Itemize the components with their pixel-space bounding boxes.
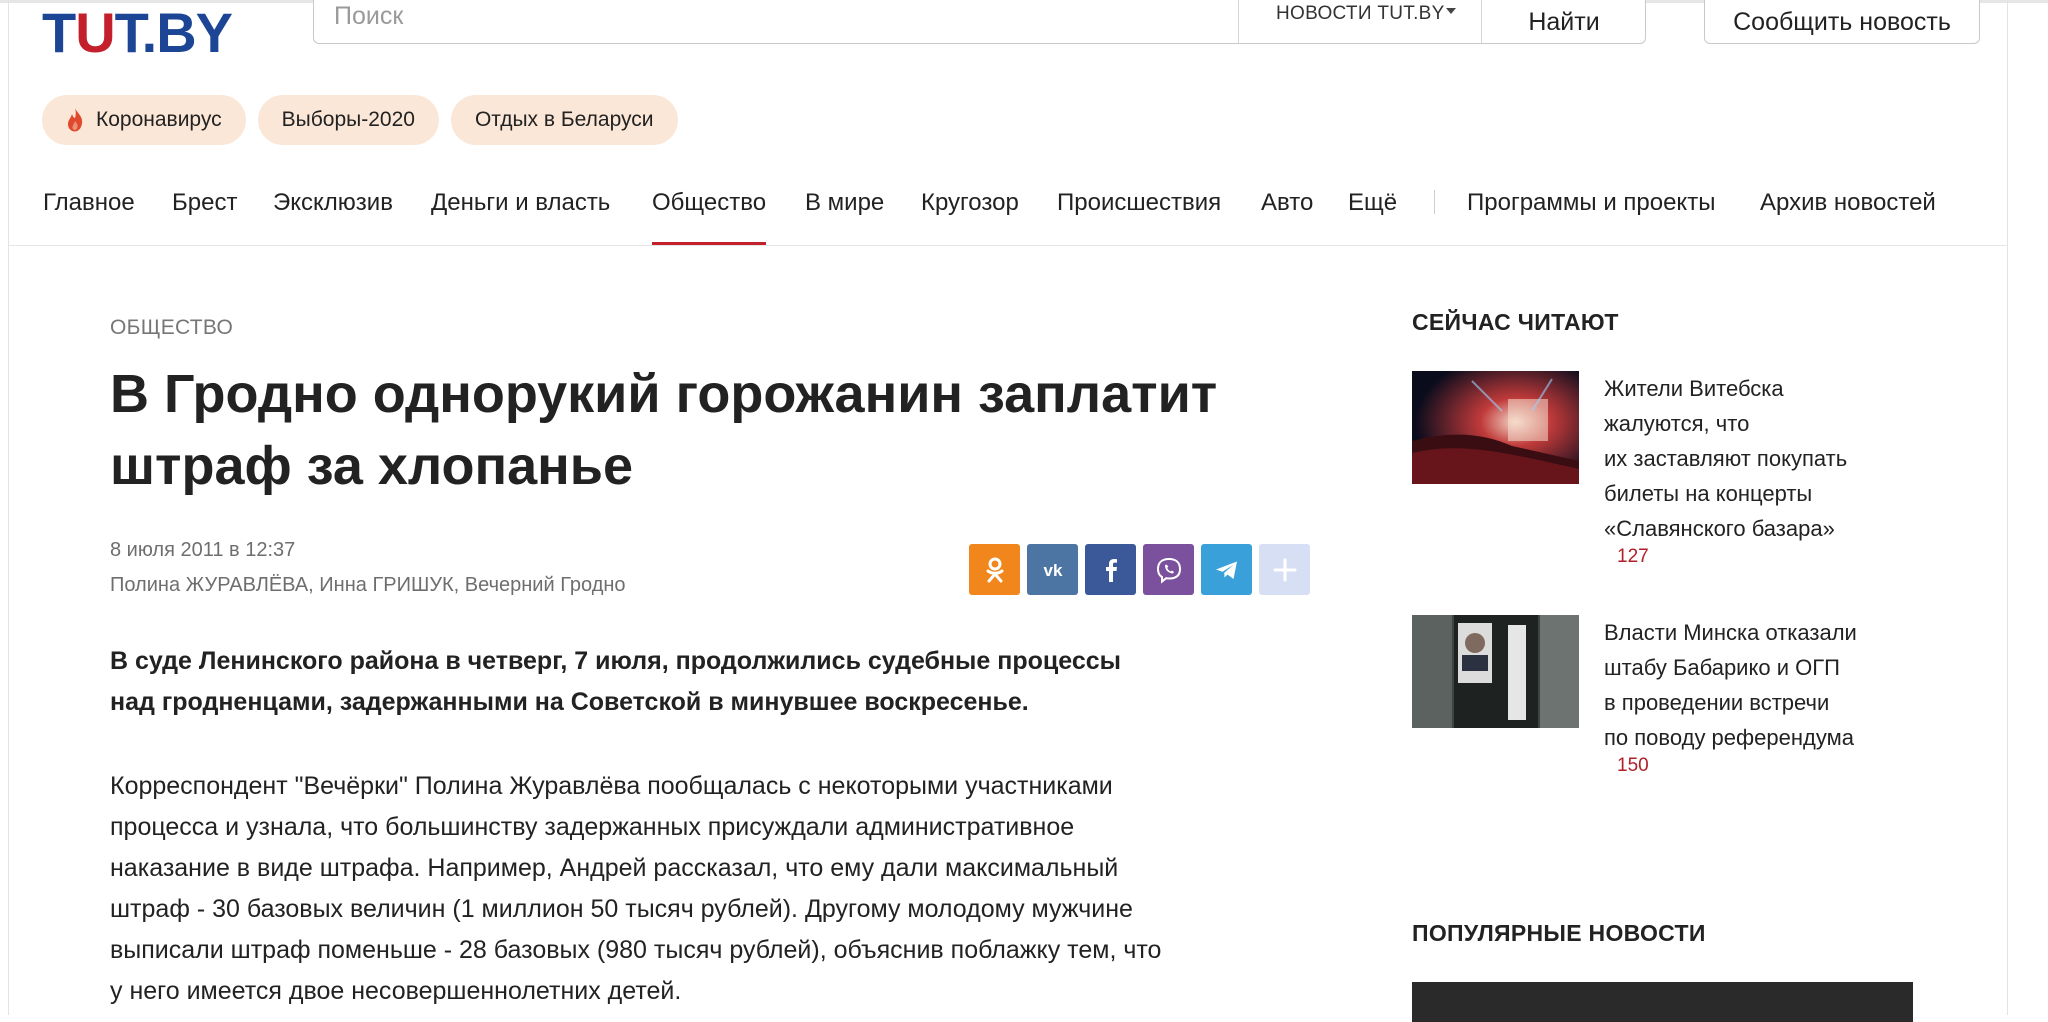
body-line: штраф - 30 базовых величин (1 миллион 50… <box>110 895 1133 923</box>
nav-item-brest[interactable]: Брест <box>172 186 237 246</box>
tag-elections[interactable]: Выборы-2020 <box>257 95 439 145</box>
facebook-icon <box>1105 558 1117 582</box>
vk-icon: vk <box>1043 561 1062 580</box>
body-line: у него имеется двое несовершеннолетних д… <box>110 977 682 1005</box>
nav-item-money-power[interactable]: Деньги и власть <box>431 186 610 246</box>
popular-news-thumbnail[interactable] <box>1412 982 1913 1022</box>
headline-line: жалуются, что <box>1604 411 1750 436</box>
article-date: 8 июля 2011 в 12:37 <box>110 539 296 561</box>
nav-bottom-border <box>9 245 2008 246</box>
nav-item-more[interactable]: Ещё <box>1348 186 1397 246</box>
tag-label: Коронавирус <box>96 108 222 131</box>
article-body: Корреспондент "Вечёрки" Полина Журавлёва… <box>110 766 1330 1012</box>
headline-line: штраф за хлопанье <box>110 436 633 496</box>
share-facebook-button[interactable] <box>1085 544 1136 595</box>
now-reading-title: СЕЙЧАС ЧИТАЮТ <box>1412 309 1619 335</box>
headline-line: Жители Витебска <box>1604 376 1784 401</box>
article-headline: В Гродно однорукий горожанин заплатит шт… <box>110 358 1350 502</box>
nav-divider <box>1434 190 1435 214</box>
headline-line: по поводу референдума <box>1604 725 1854 750</box>
chevron-down-icon[interactable] <box>1446 8 1456 14</box>
odnoklassniki-icon <box>986 557 1003 582</box>
svg-text:vk: vk <box>1043 561 1062 580</box>
share-vk-button[interactable]: vk <box>1027 544 1078 595</box>
share-telegram-button[interactable] <box>1201 544 1252 595</box>
telegram-icon <box>1215 561 1237 579</box>
now-reading-headline: Жители Витебска жалуются, что их заставл… <box>1604 371 1904 546</box>
popular-news-title: ПОПУЛЯРНЫЕ НОВОСТИ <box>1412 920 1706 946</box>
headline-line: в проведении встречи <box>1604 690 1830 715</box>
article-rubric[interactable]: ОБЩЕСТВО <box>110 316 233 340</box>
topic-tags: Коронавирус Выборы-2020 Отдых в Беларуси <box>42 95 678 145</box>
tag-rest-belarus[interactable]: Отдых в Беларуси <box>450 95 678 145</box>
article-authors: Полина ЖУРАВЛЁВА, Инна ГРИШУК, Вечерний … <box>110 574 626 596</box>
now-reading-item[interactable]: Жители Витебска жалуются, что их заставл… <box>1412 371 1912 567</box>
logo-text-rest: T.BY <box>114 1 233 64</box>
comments-count: 127 <box>1617 546 1649 567</box>
headline-line: Власти Минска отказали <box>1604 620 1857 645</box>
nav-item-programs[interactable]: Программы и проекты <box>1467 186 1715 246</box>
nav-item-society[interactable]: Общество <box>652 186 767 246</box>
lead-line: над гродненцами, задержанными на Советск… <box>110 688 1029 716</box>
report-news-button[interactable]: Сообщить новость <box>1704 0 1980 44</box>
share-ok-button[interactable] <box>969 544 1020 595</box>
nav-item-archive[interactable]: Архив новостей <box>1760 186 1936 246</box>
headline-line: «Славянского базара» <box>1604 516 1835 541</box>
article-lead: В суде Ленинского района в четверг, 7 ию… <box>110 641 1320 723</box>
share-viber-button[interactable] <box>1143 544 1194 595</box>
headline-line: штабу Бабарико и ОГП <box>1604 655 1840 680</box>
search-bar: НОВОСТИ TUT.BY Найти <box>313 0 1646 44</box>
concert-thumbnail[interactable] <box>1412 371 1579 484</box>
logo-text-u: U <box>75 1 115 64</box>
tag-label: Выборы-2020 <box>281 108 415 131</box>
nav-item-krugozor[interactable]: Кругозор <box>921 186 1019 246</box>
logo-text-t: T <box>42 1 76 64</box>
headline-line: билеты на концерты <box>1604 481 1813 506</box>
nav-item-auto[interactable]: Авто <box>1261 186 1313 246</box>
now-reading-headline: Власти Минска отказали штабу Бабарико и … <box>1604 615 1904 755</box>
nav-item-main[interactable]: Главное <box>43 186 135 246</box>
comments-count: 150 <box>1617 755 1649 776</box>
site-logo[interactable]: TUT.BY <box>42 5 233 61</box>
search-divider <box>1238 0 1239 43</box>
body-line: наказание в виде штрафа. Например, Андре… <box>110 854 1119 882</box>
share-more-button[interactable] <box>1259 544 1310 595</box>
search-button[interactable]: Найти <box>1482 0 1646 43</box>
lead-line: В суде Ленинского района в четверг, 7 ию… <box>110 647 1121 675</box>
body-line: выписали штраф поменьше - 28 базовых (98… <box>110 936 1162 964</box>
fire-icon <box>68 108 83 132</box>
search-scope-select[interactable]: НОВОСТИ TUT.BY <box>1276 0 1445 28</box>
share-buttons: vk <box>969 544 1310 595</box>
search-input[interactable] <box>334 0 1234 32</box>
body-line: процесса и узнала, что большинству задер… <box>110 813 1075 841</box>
plus-icon <box>1273 558 1296 581</box>
now-reading-item[interactable]: Власти Минска отказали штабу Бабарико и … <box>1412 615 1912 785</box>
nav-item-incidents[interactable]: Происшествия <box>1057 186 1221 246</box>
tag-label: Отдых в Беларуси <box>474 108 654 131</box>
body-line: Корреспондент "Вечёрки" Полина Журавлёва… <box>110 772 1113 800</box>
nav-item-exclusive[interactable]: Эксклюзив <box>273 186 393 246</box>
headline-line: В Гродно однорукий горожанин заплатит <box>110 364 1218 424</box>
nav-item-world[interactable]: В мире <box>805 186 884 246</box>
viber-icon <box>1156 557 1181 584</box>
poster-thumbnail[interactable] <box>1412 615 1579 728</box>
tag-coronavirus[interactable]: Коронавирус <box>42 95 246 145</box>
headline-line: их заставляют покупать <box>1604 446 1848 471</box>
